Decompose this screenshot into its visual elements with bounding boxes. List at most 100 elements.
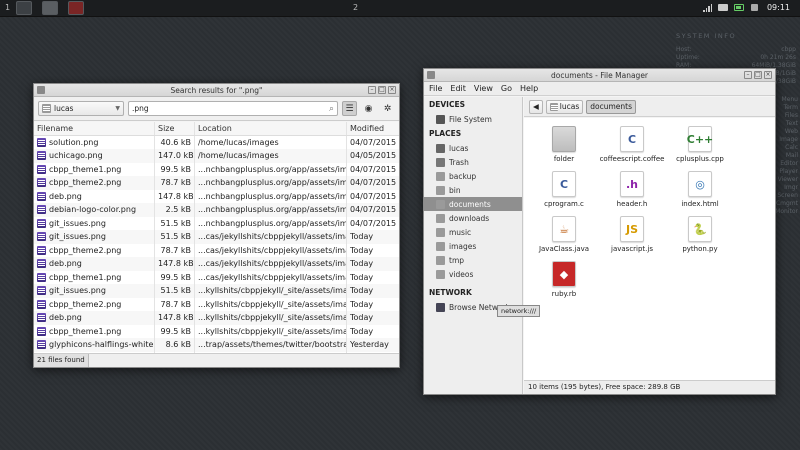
sidebar-item-lucas[interactable]: lucas: [424, 141, 522, 155]
file-item-label: folder: [553, 155, 575, 163]
workspace-1-label[interactable]: 1: [5, 3, 10, 12]
size-cell: 2.5 kB: [155, 203, 195, 217]
coffee-file-icon: C: [620, 126, 644, 152]
search-window-titlebar[interactable]: Search results for ".png" – □ ×: [34, 84, 399, 97]
minimize-button[interactable]: –: [744, 71, 752, 79]
system-info-key: Uptime:: [676, 54, 700, 61]
path-segment-documents[interactable]: documents: [586, 99, 636, 114]
path-back-button[interactable]: ◀: [529, 99, 543, 114]
filename-text: deb.png: [49, 259, 82, 268]
sidebar-item-backup[interactable]: backup: [424, 169, 522, 183]
devices-section-label: DEVICES: [429, 100, 465, 109]
sidebar-item-music[interactable]: music: [424, 225, 522, 239]
sidebar-item-label: File System: [449, 114, 492, 124]
menu-view[interactable]: View: [474, 84, 493, 93]
file-manager-window[interactable]: documents - File Manager – □ × File Edit V…: [423, 68, 776, 395]
network-signal-icon[interactable]: [703, 4, 712, 12]
sidebar-item-trash[interactable]: Trash: [424, 155, 522, 169]
table-row[interactable]: debian-logo-color.png 2.5 kB ...nchbangplu…: [34, 203, 399, 217]
settings-button[interactable]: ✲: [380, 101, 395, 116]
search-results-window[interactable]: Search results for ".png" – □ × lucas ▼ …: [33, 83, 400, 368]
column-header-modified[interactable]: Modified: [347, 122, 399, 135]
maximize-button[interactable]: □: [378, 86, 386, 94]
sidebar-item-bin[interactable]: bin: [424, 183, 522, 197]
sidebar-item-images[interactable]: images: [424, 239, 522, 253]
minimize-button[interactable]: –: [368, 86, 376, 94]
file-item[interactable]: JS javascript.js: [596, 216, 668, 253]
modified-cell: 04/07/2015: [350, 218, 397, 228]
table-row[interactable]: git_issues.png 51.5 kB ...cas/jekyllshits/…: [34, 230, 399, 244]
column-header-location[interactable]: Location: [195, 122, 347, 135]
file-item[interactable]: Ccoffeescript.coffee: [596, 126, 668, 163]
file-item[interactable]: C++ cplusplus.cpp: [664, 126, 736, 163]
path-segment-lucas[interactable]: lucas: [545, 99, 584, 114]
search-task-button[interactable]: [16, 1, 32, 15]
file-item[interactable]: 🐍 python.py: [664, 216, 736, 253]
file-item[interactable]: ◆ ruby.rb: [528, 261, 600, 298]
screenshot-button[interactable]: ◉: [361, 101, 376, 116]
modified-cell: 04/07/2015: [350, 178, 397, 187]
close-button[interactable]: ×: [764, 71, 772, 79]
search-icon[interactable]: ⌕: [329, 104, 334, 114]
search-query: .png: [132, 104, 149, 113]
file-item[interactable]: folder: [528, 126, 600, 163]
clock[interactable]: 09:11: [767, 3, 790, 12]
file-item-label: ruby.rb: [551, 290, 577, 298]
table-row[interactable]: uchicago.png 147.0 kB/home/lucas/images 04…: [34, 149, 399, 163]
filename-cell: git_issues.png: [34, 230, 155, 244]
file-item-label: javascript.js: [611, 245, 653, 253]
sidebar-item-label: tmp: [449, 255, 465, 265]
search-input[interactable]: .png ⌕: [128, 101, 338, 116]
file-item[interactable]: ◎ index.html: [664, 171, 736, 208]
volume-icon[interactable]: [751, 4, 758, 11]
chevron-down-icon: ▼: [115, 105, 120, 112]
sidebar-item-documents[interactable]: documents: [424, 197, 522, 211]
menu-go[interactable]: Go: [501, 84, 512, 93]
search-location-combo[interactable]: lucas ▼: [38, 101, 124, 116]
sidebar-item-downloads[interactable]: downloads: [424, 211, 522, 225]
location-cell: ...kyllshits/cbppjekyll/_site/assets/ima…: [195, 311, 347, 325]
close-button[interactable]: ×: [388, 86, 396, 94]
table-row[interactable]: deb.png 147.8 kB ...nchbangplusplus.org/ap…: [34, 189, 399, 203]
sidebar-item-tmp[interactable]: tmp: [424, 253, 522, 267]
menu-edit[interactable]: Edit: [450, 84, 466, 93]
menu-help[interactable]: Help: [520, 84, 538, 93]
maximize-button[interactable]: □: [754, 71, 762, 79]
table-row[interactable]: deb.png 147.8 kB ...kyllshits/cbppjekyll/_…: [34, 311, 399, 325]
system-info-app-entry: Files: [784, 112, 798, 119]
filename-text: cbpp_theme2.png: [49, 178, 122, 187]
network-tooltip: network:///: [497, 305, 541, 317]
mail-icon[interactable]: [718, 4, 728, 11]
table-row[interactable]: cbpp_theme1.png 99.5 kB ...kyllshits/cbppj…: [34, 324, 399, 338]
column-header-size[interactable]: Size: [155, 122, 195, 135]
file-item[interactable]: .h header.h: [596, 171, 668, 208]
sidebar-item-videos[interactable]: videos: [424, 267, 522, 281]
fm-titlebar[interactable]: documents - File Manager – □ ×: [424, 69, 775, 82]
filename-cell: glyphicons-halflings-white.png: [34, 338, 155, 352]
file-item[interactable]: ☕ JavaClass.java: [528, 216, 600, 253]
battery-icon[interactable]: [734, 4, 744, 11]
table-row[interactable]: git_issues.png 51.5 kB ...kyllshits/cbppje…: [34, 284, 399, 298]
table-row[interactable]: cbpp_theme1.png 99.5 kB ...cas/jekyllshits…: [34, 270, 399, 284]
table-row[interactable]: solution.png 40.6 kB/home/lucas/images 04/…: [34, 135, 399, 149]
sidebar-item-file-system[interactable]: File System: [424, 112, 522, 126]
table-row[interactable]: deb.png 147.8 kB ...cas/jekyllshits/cbppje…: [34, 257, 399, 271]
table-row[interactable]: cbpp_theme2.png 78.7 kB ...nchbangplusplus…: [34, 176, 399, 190]
file-item-label: cplusplus.cpp: [676, 155, 724, 163]
table-row[interactable]: cbpp_theme2.png 78.7 kB ...kyllshits/cbppj…: [34, 297, 399, 311]
filename-text: git_issues.png: [49, 218, 106, 228]
filemanager-task-button[interactable]: [42, 1, 58, 15]
table-row[interactable]: glyphicons-halflings-white.png8.6 kB...t…: [34, 338, 399, 352]
table-row[interactable]: cbpp_theme1.png 99.5 kB ...nchbangplusplus…: [34, 162, 399, 176]
filename-text: debian-logo-color.png: [49, 205, 137, 214]
results-table-header: Filename Size Location Modified: [34, 122, 399, 136]
png-file-icon: [37, 218, 46, 228]
workspace-2-label[interactable]: 2: [353, 3, 358, 12]
file-item[interactable]: Ccprogram.c: [528, 171, 600, 208]
menu-file[interactable]: File: [429, 84, 442, 93]
list-view-button[interactable]: ☰: [342, 101, 357, 116]
table-row[interactable]: cbpp_theme2.png 78.7 kB ...cas/jekyllshits…: [34, 243, 399, 257]
table-row[interactable]: git_issues.png 51.5 kB ...nchbangplusplus.…: [34, 216, 399, 230]
column-header-filename[interactable]: Filename: [34, 122, 155, 135]
app-task-button[interactable]: [68, 1, 84, 15]
